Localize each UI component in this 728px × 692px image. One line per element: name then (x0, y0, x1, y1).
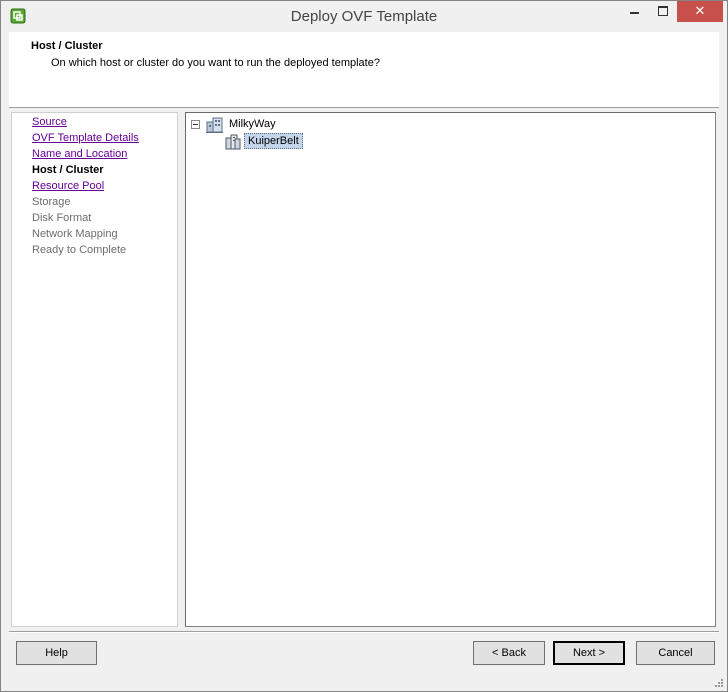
maximize-button[interactable] (649, 1, 677, 22)
datacenter-icon (206, 117, 223, 133)
cluster-icon (225, 134, 241, 150)
minimize-icon (630, 12, 639, 14)
title-bar[interactable]: Deploy OVF Template ✕ (1, 1, 727, 32)
step-name-and-location[interactable]: Name and Location (32, 148, 127, 160)
step-source[interactable]: Source (32, 116, 67, 128)
bottom-divider (9, 631, 719, 633)
host-cluster-tree[interactable]: MilkyWay KuiperBelt (185, 112, 716, 627)
cancel-button[interactable]: Cancel (636, 641, 715, 665)
help-button[interactable]: Help (16, 641, 97, 665)
step-ready-to-complete: Ready to Complete (32, 244, 127, 256)
next-button[interactable]: Next > (553, 641, 625, 665)
datacenter-label[interactable]: MilkyWay (229, 118, 276, 130)
step-ovf-template-details[interactable]: OVF Template Details (32, 132, 139, 144)
step-storage: Storage (32, 196, 71, 208)
page-title: Host / Cluster (31, 40, 103, 52)
step-disk-format: Disk Format (32, 212, 92, 224)
wizard-steps-pane: Source OVF Template Details Name and Loc… (11, 112, 178, 627)
minimize-button[interactable] (621, 1, 649, 22)
step-network-mapping: Network Mapping (32, 228, 118, 240)
page-subtitle: On which host or cluster do you want to … (51, 57, 380, 69)
window-title: Deploy OVF Template (290, 8, 438, 25)
resize-grip-icon[interactable] (713, 677, 723, 687)
collapse-toggle-icon[interactable] (191, 120, 200, 129)
close-button[interactable]: ✕ (677, 1, 723, 22)
wizard-header: Host / Cluster On which host or cluster … (9, 32, 719, 108)
step-host-cluster: Host / Cluster (32, 164, 104, 176)
maximize-icon (658, 6, 668, 16)
back-button[interactable]: < Back (473, 641, 545, 665)
deploy-ovf-window: Deploy OVF Template ✕ Host / Cluster On … (0, 0, 728, 692)
step-resource-pool[interactable]: Resource Pool (32, 180, 104, 192)
cluster-label-selected[interactable]: KuiperBelt (244, 133, 303, 149)
close-icon: ✕ (694, 3, 706, 18)
